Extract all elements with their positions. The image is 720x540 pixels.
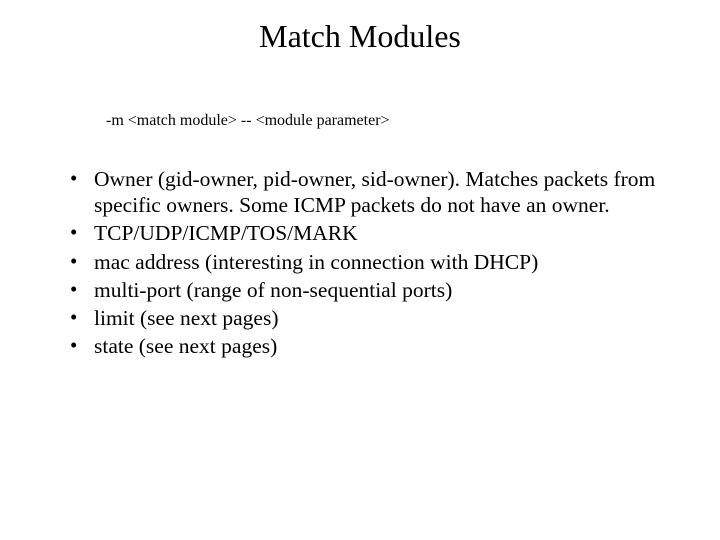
- list-item: Owner (gid-owner, pid-owner, sid-owner).…: [66, 166, 680, 218]
- content-area: Owner (gid-owner, pid-owner, sid-owner).…: [66, 166, 680, 362]
- list-item: limit (see next pages): [66, 305, 680, 331]
- syntax-line: -m <match module> -- <module parameter>: [106, 112, 390, 130]
- bullet-list: Owner (gid-owner, pid-owner, sid-owner).…: [66, 166, 680, 360]
- page-title: Match Modules: [0, 18, 720, 55]
- list-item: state (see next pages): [66, 333, 680, 359]
- list-item: multi-port (range of non-sequential port…: [66, 277, 680, 303]
- list-item: mac address (interesting in connection w…: [66, 249, 680, 275]
- slide: Match Modules -m <match module> -- <modu…: [0, 0, 720, 540]
- list-item: TCP/UDP/ICMP/TOS/MARK: [66, 220, 680, 246]
